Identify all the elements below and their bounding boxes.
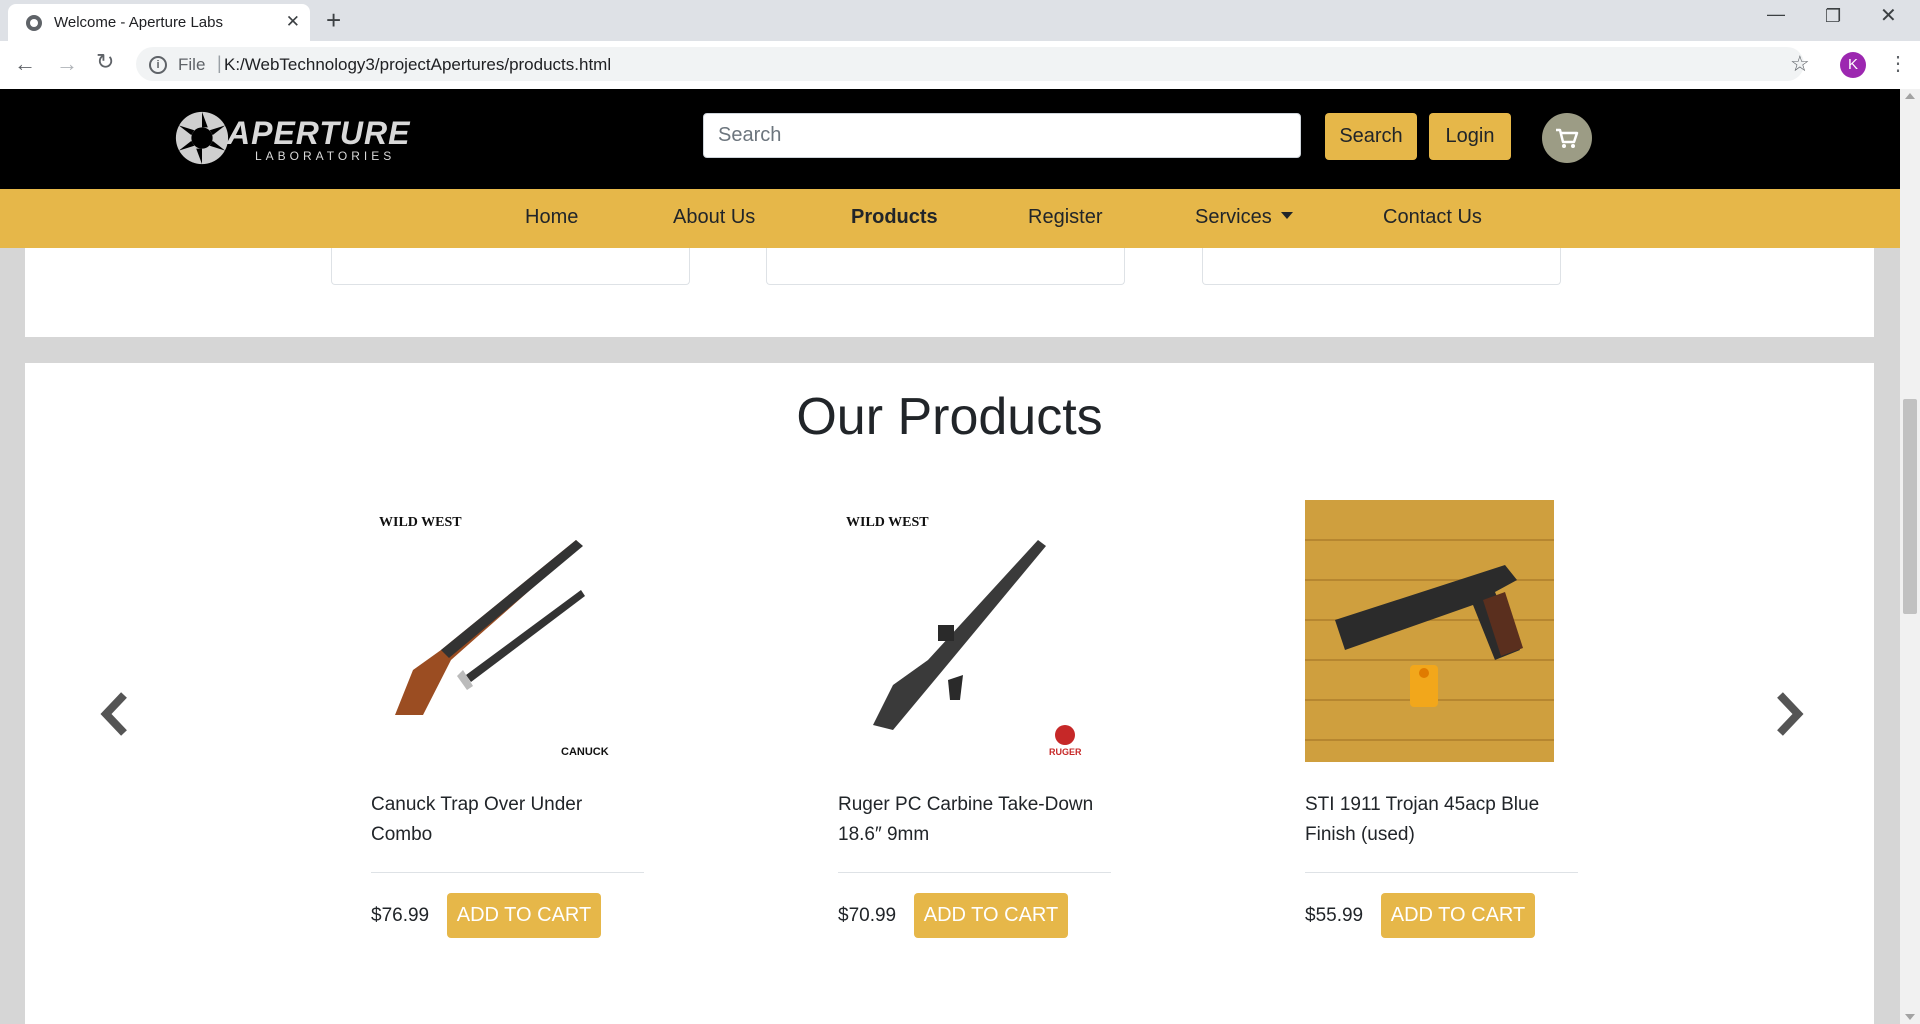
info-icon[interactable]: i [149, 56, 167, 74]
omnibox-separator: | [217, 53, 222, 73]
scroll-up-arrow-icon[interactable] [1905, 93, 1915, 99]
tab-title: Welcome - Aperture Labs [54, 14, 223, 31]
product-price: $55.99 [1305, 905, 1364, 926]
add-to-cart-button[interactable]: ADD TO CART [1381, 893, 1535, 938]
brand-logo: RUGER [1049, 747, 1082, 757]
shopping-cart-icon [1556, 128, 1579, 148]
divider [838, 872, 1111, 873]
carousel-prev-arrow[interactable] [96, 689, 136, 739]
product-name: Ruger PC Carbine Take-Down 18.6″ 9mm [838, 794, 1094, 845]
product-price: $70.99 [838, 905, 897, 926]
brand-tag: WILD WEST [846, 515, 929, 530]
product-image[interactable]: WILD WEST CANUCK [371, 500, 620, 762]
address-toolbar: ← → ↻ i File | K:/WebTechnology3/project… [0, 41, 1920, 90]
omnibox-scheme: File [178, 55, 206, 74]
product-name: STI 1911 Trojan 45acp Blue Finish (used) [1305, 794, 1540, 845]
forward-button[interactable]: → [56, 51, 78, 77]
reload-button[interactable]: ↻ [96, 49, 114, 75]
brand-tag: WILD WEST [379, 515, 462, 530]
nav-products[interactable]: Products [851, 206, 938, 229]
add-to-cart-button[interactable]: ADD TO CART [914, 893, 1068, 938]
page-viewport: APERTURE LABORATORIES Search Login Home … [0, 89, 1900, 1024]
pistol-image [1305, 500, 1554, 762]
card-stub [1202, 248, 1561, 285]
scrollbar-thumb[interactable] [1903, 399, 1917, 614]
product-price: $76.99 [371, 905, 430, 926]
minimize-window-button[interactable]: — [1767, 4, 1785, 25]
carbine-image: WILD WEST RUGER [846, 515, 1082, 757]
cart-button[interactable] [1542, 113, 1592, 163]
bookmark-star-icon[interactable]: ☆ [1790, 51, 1810, 77]
brand-logo: CANUCK [561, 746, 609, 758]
nav-services-label: Services [1195, 206, 1272, 228]
back-button[interactable]: ← [14, 51, 36, 77]
logo-wordmark: APERTURE [227, 115, 411, 151]
browser-tab-strip: Welcome - Aperture Labs ✕ + — ❐ ✕ [0, 0, 1920, 41]
product-name: Canuck Trap Over Under Combo [371, 794, 583, 845]
logo-subtitle: LABORATORIES [255, 149, 396, 163]
browser-tab[interactable]: Welcome - Aperture Labs ✕ [8, 4, 310, 41]
aperture-logo-icon [175, 111, 229, 165]
product-image[interactable]: WILD WEST RUGER [838, 500, 1087, 762]
carousel-next-arrow[interactable] [1768, 689, 1808, 739]
login-button[interactable]: Login [1429, 113, 1511, 160]
profile-avatar[interactable]: K [1840, 52, 1866, 78]
previous-section [25, 248, 1874, 337]
close-window-button[interactable]: ✕ [1880, 3, 1897, 28]
page-scrollbar[interactable] [1900, 89, 1920, 1024]
aperture-logo[interactable]: APERTURE LABORATORIES [173, 109, 409, 169]
product-image[interactable] [1305, 500, 1554, 762]
main-navigation: Home About Us Products Register Services… [0, 189, 1900, 248]
divider [371, 872, 644, 873]
search-button[interactable]: Search [1325, 113, 1417, 160]
shotgun-image: WILD WEST CANUCK [379, 515, 609, 758]
nav-register[interactable]: Register [1028, 206, 1102, 229]
section-title: Our Products [796, 388, 1103, 446]
products-section: Our Products WILD WEST CANUCK Canuck Tra… [25, 363, 1874, 1024]
site-header: APERTURE LABORATORIES Search Login [0, 89, 1900, 189]
browser-menu-icon[interactable]: ⋮ [1888, 51, 1908, 76]
nav-about-us[interactable]: About Us [673, 206, 755, 229]
add-to-cart-button[interactable]: ADD TO CART [447, 893, 601, 938]
new-tab-button[interactable]: + [326, 5, 341, 36]
divider [1305, 872, 1578, 873]
omnibox-url[interactable]: K:/WebTechnology3/projectApertures/produ… [224, 55, 611, 75]
card-stub [766, 248, 1125, 285]
card-stub [331, 248, 690, 285]
globe-icon [26, 15, 42, 31]
search-input[interactable] [703, 113, 1301, 158]
close-tab-icon[interactable]: ✕ [286, 12, 300, 32]
nav-services-dropdown[interactable]: Services [1195, 206, 1293, 229]
omnibox[interactable]: i File | K:/WebTechnology3/projectApertu… [136, 47, 1804, 81]
nav-contact-us[interactable]: Contact Us [1383, 206, 1482, 229]
caret-down-icon [1280, 212, 1293, 219]
scroll-down-arrow-icon[interactable] [1905, 1014, 1915, 1020]
restore-window-button[interactable]: ❐ [1825, 6, 1841, 27]
nav-home[interactable]: Home [525, 206, 578, 229]
